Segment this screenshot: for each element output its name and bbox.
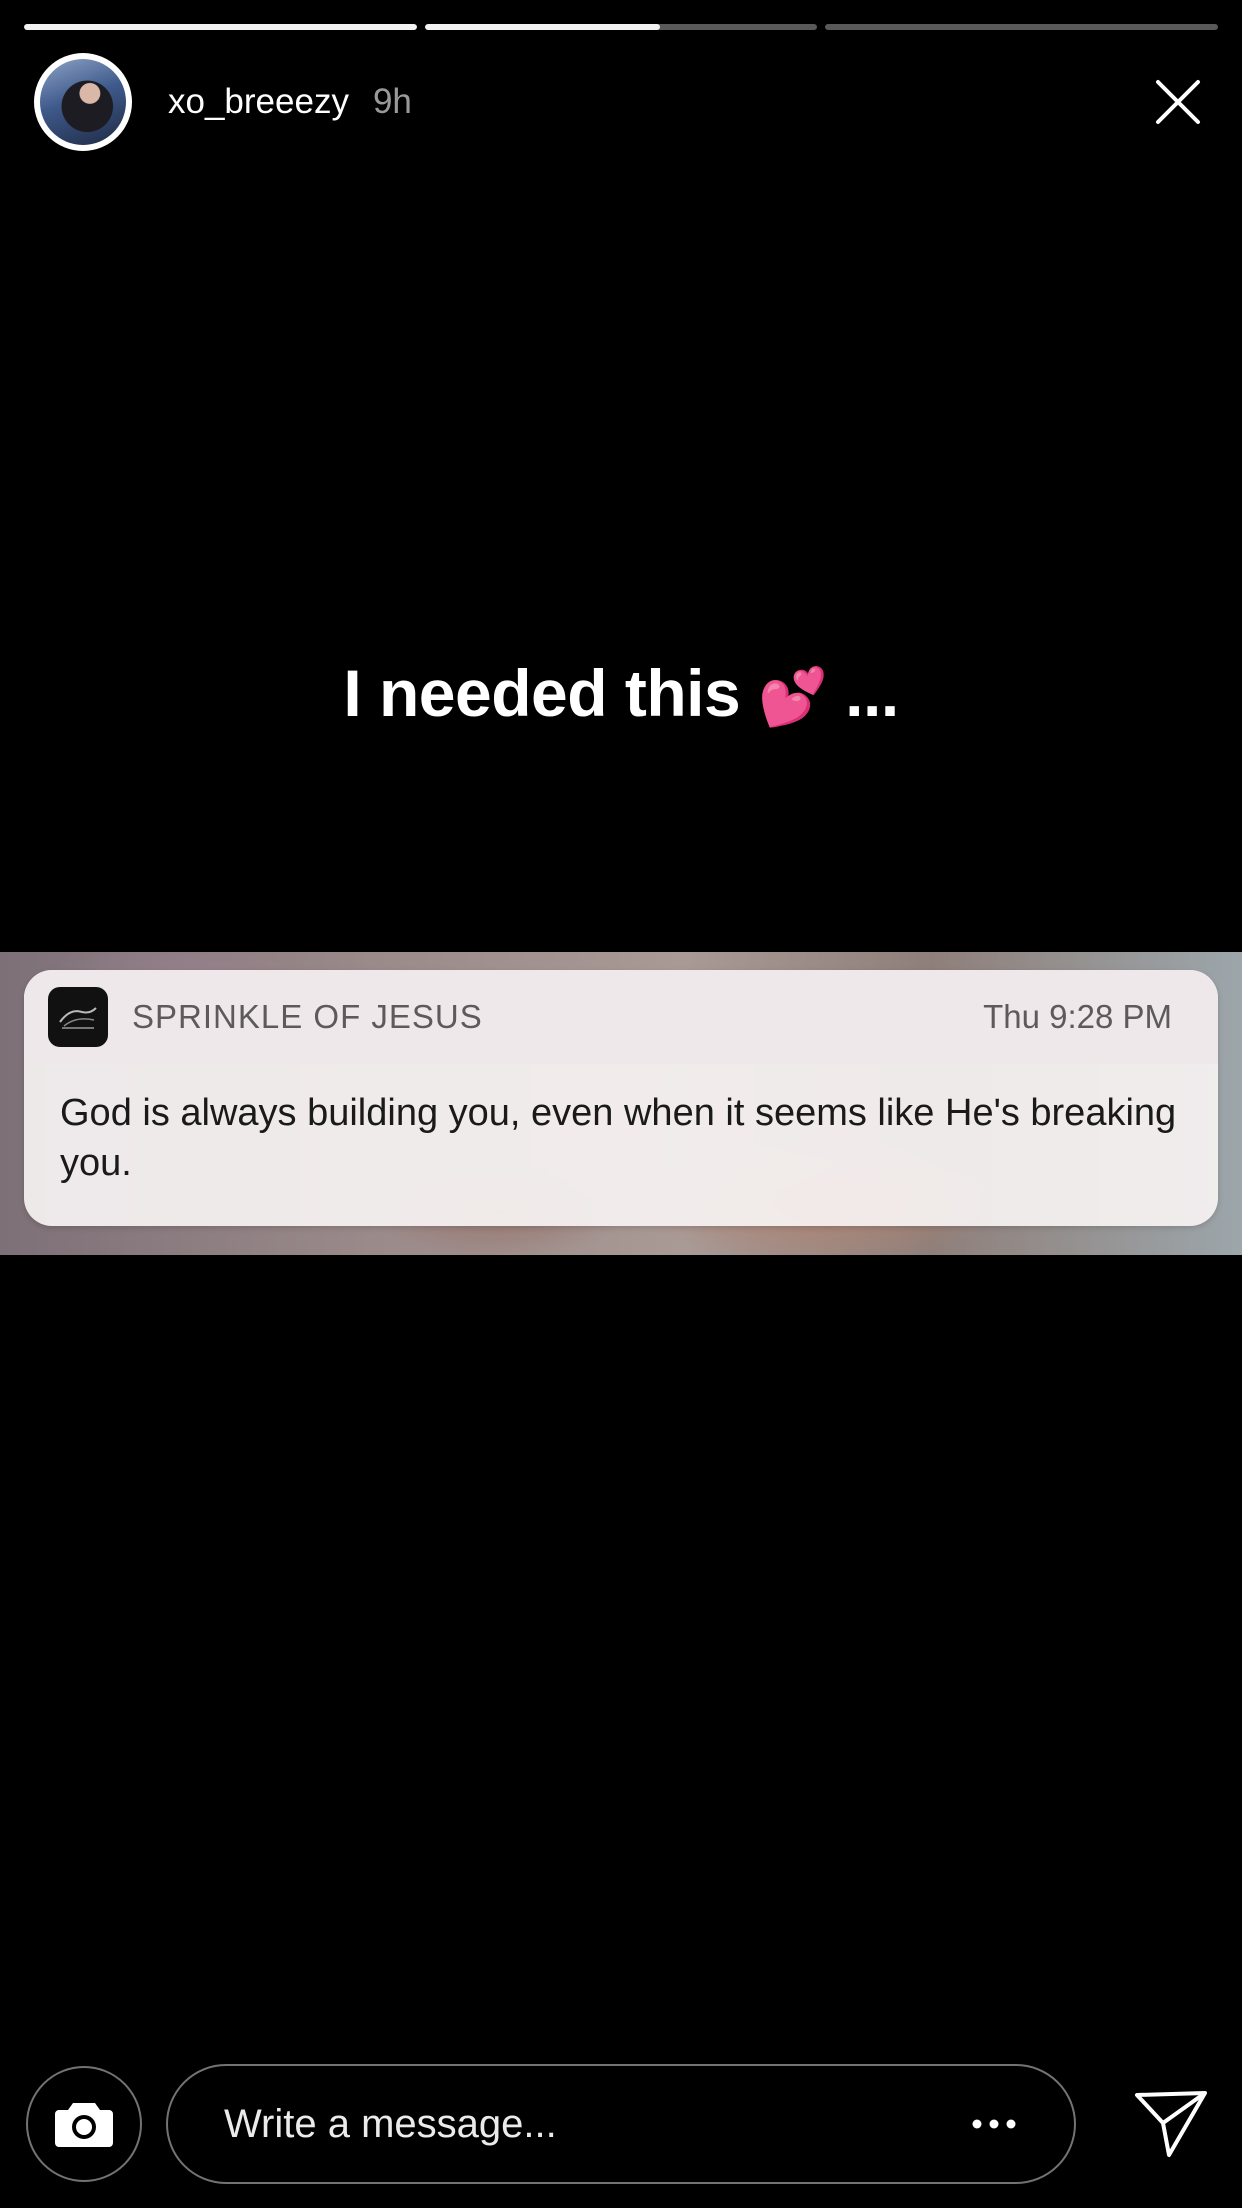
more-options-button[interactable] — [964, 2094, 1024, 2154]
close-icon — [1156, 80, 1200, 124]
notification-screenshot: SPRINKLE OF JESUS Thu 9:28 PM God is alw… — [0, 952, 1242, 1255]
username[interactable]: xo_breeezy — [168, 82, 349, 122]
progress-segment — [24, 24, 417, 30]
progress-segment — [825, 24, 1219, 30]
caption-ellipsis: ... — [827, 656, 899, 730]
send-button[interactable] — [1126, 2079, 1216, 2169]
notification-card: SPRINKLE OF JESUS Thu 9:28 PM God is alw… — [24, 970, 1218, 1226]
message-input[interactable] — [224, 2101, 964, 2147]
caption-text: I needed this — [343, 656, 741, 730]
progress-fill — [424, 24, 661, 30]
story-progress — [24, 24, 1219, 30]
camera-button[interactable] — [26, 2066, 142, 2182]
close-button[interactable] — [1148, 72, 1208, 132]
profile-photo-icon — [40, 59, 126, 145]
avatar[interactable] — [34, 53, 132, 151]
post-time: 9h — [372, 82, 412, 121]
send-icon — [1135, 2091, 1207, 2157]
story-caption: I needed this 💕 ... — [0, 655, 1242, 731]
notification-message: God is always building you, even when it… — [60, 1092, 1177, 1184]
ellipsis-icon — [972, 2119, 1016, 2129]
two-hearts-icon: 💕 — [758, 665, 828, 730]
camera-icon — [55, 2103, 113, 2147]
sprinkle-of-jesus-app-icon — [48, 987, 108, 1047]
story-viewer[interactable]: xo_breeezy 9h I needed this 💕 ... SPRINK… — [0, 0, 1242, 2208]
notification-app-name: SPRINKLE OF JESUS — [132, 998, 483, 1035]
story-header: xo_breeezy 9h — [34, 52, 1208, 152]
progress-segment — [424, 24, 818, 30]
notification-time: Thu 9:28 PM — [983, 998, 1172, 1035]
message-field[interactable] — [166, 2064, 1076, 2184]
progress-fill — [24, 24, 417, 30]
reply-bar — [26, 2064, 1216, 2184]
notification-header: SPRINKLE OF JESUS Thu 9:28 PM — [24, 970, 1218, 1064]
